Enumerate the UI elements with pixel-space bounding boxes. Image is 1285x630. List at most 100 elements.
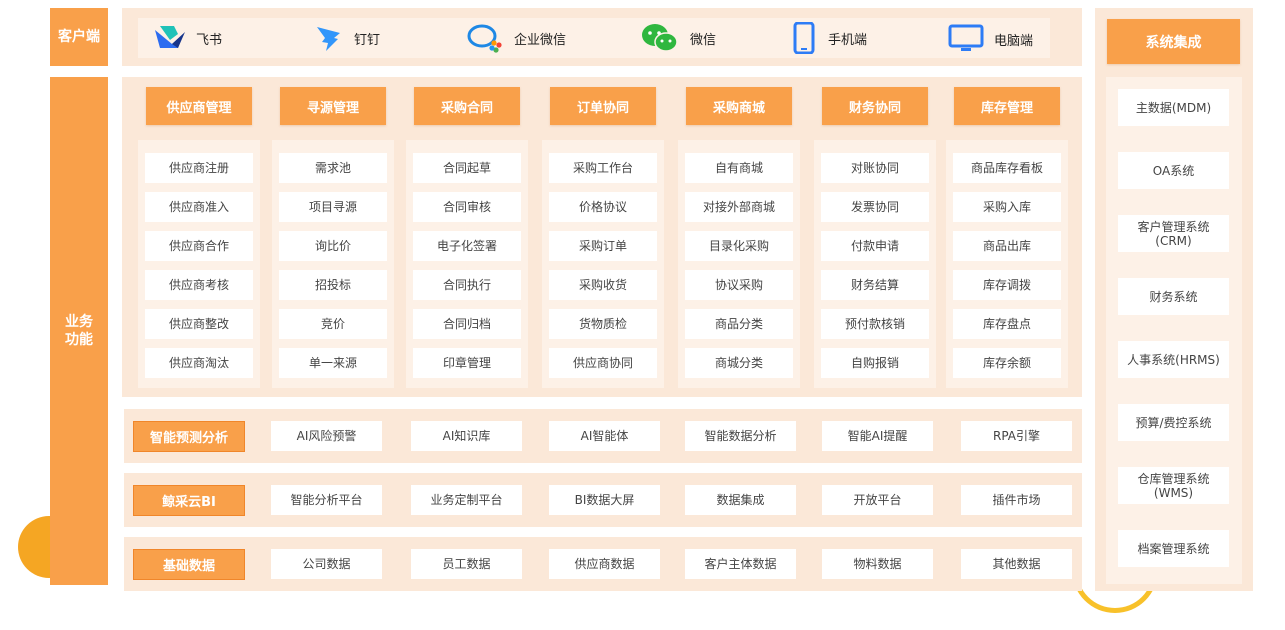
client-item-label: 企业微信	[514, 32, 567, 48]
module-item[interactable]: 项目寻源	[279, 192, 387, 222]
client-item-label: 电脑端	[994, 33, 1034, 49]
integration-item[interactable]: 人事系统(HRMS)	[1118, 341, 1229, 378]
row-item[interactable]: 智能AI提醒	[822, 421, 933, 451]
row-item[interactable]: 开放平台	[822, 485, 933, 515]
integration-item[interactable]: 预算/费控系统	[1118, 404, 1229, 441]
module-item[interactable]: 自有商城	[685, 153, 793, 183]
row-item[interactable]: AI风险预警	[271, 421, 382, 451]
row-item[interactable]: 物料数据	[822, 549, 933, 579]
row-item[interactable]: 客户主体数据	[685, 549, 796, 579]
row-item[interactable]: AI智能体	[549, 421, 660, 451]
row-item[interactable]: BI数据大屏	[549, 485, 660, 515]
client-item-label: 钉钉	[354, 32, 381, 48]
integration-item[interactable]: 档案管理系统	[1118, 530, 1229, 567]
module-item[interactable]: 库存调拨	[953, 270, 1061, 300]
module-item[interactable]: 合同审核	[413, 192, 521, 222]
row-header[interactable]: 智能预测分析	[133, 421, 245, 452]
row-item[interactable]: 插件市场	[961, 485, 1072, 515]
module-item[interactable]: 需求池	[279, 153, 387, 183]
module-item[interactable]: 采购订单	[549, 231, 657, 261]
client-item-feishu[interactable]: 飞书	[152, 24, 222, 52]
module-item[interactable]: 招投标	[279, 270, 387, 300]
module-item[interactable]: 询比价	[279, 231, 387, 261]
client-item-label: 手机端	[828, 32, 868, 48]
wechat-icon	[642, 24, 678, 52]
row-header[interactable]: 鲸采云BI	[133, 485, 245, 516]
feishu-icon	[155, 26, 185, 48]
module-header[interactable]: 采购商城	[686, 87, 792, 125]
row-item[interactable]: 业务定制平台	[411, 485, 522, 515]
module-item[interactable]: 发票协同	[821, 192, 929, 222]
row-item[interactable]: 数据集成	[685, 485, 796, 515]
row-item[interactable]: AI知识库	[411, 421, 522, 451]
module-item[interactable]: 货物质检	[549, 309, 657, 339]
module-item[interactable]: 商品出库	[953, 231, 1061, 261]
phone-icon	[793, 22, 815, 54]
module-item[interactable]: 供应商淘汰	[145, 348, 253, 378]
module-item[interactable]: 价格协议	[549, 192, 657, 222]
module-item[interactable]: 自购报销	[821, 348, 929, 378]
module-item[interactable]: 库存盘点	[953, 309, 1061, 339]
client-item-wecom[interactable]: 企业微信	[466, 23, 566, 53]
module-item[interactable]: 单一来源	[279, 348, 387, 378]
monitor-icon	[948, 24, 984, 51]
module-item[interactable]: 对账协同	[821, 153, 929, 183]
client-item-desktop[interactable]: 电脑端	[948, 24, 1033, 54]
row-header[interactable]: 基础数据	[133, 549, 245, 580]
module-item[interactable]: 合同起草	[413, 153, 521, 183]
client-item-dingtalk[interactable]: 钉钉	[314, 23, 380, 53]
module-item[interactable]: 财务结算	[821, 270, 929, 300]
module-item[interactable]: 商城分类	[685, 348, 793, 378]
integration-item[interactable]: 客户管理系统 (CRM)	[1118, 215, 1229, 252]
module-item[interactable]: 印章管理	[413, 348, 521, 378]
module-item[interactable]: 对接外部商城	[685, 192, 793, 222]
module-item[interactable]: 供应商准入	[145, 192, 253, 222]
row-item[interactable]: 供应商数据	[549, 549, 660, 579]
module-header[interactable]: 采购合同	[414, 87, 520, 125]
module-item[interactable]: 电子化签署	[413, 231, 521, 261]
client-item-label: 微信	[690, 32, 717, 48]
client-item-phone[interactable]: 手机端	[790, 22, 867, 54]
module-item[interactable]: 协议采购	[685, 270, 793, 300]
client-label: 客户端	[50, 8, 108, 66]
module-item[interactable]: 竞价	[279, 309, 387, 339]
integration-item[interactable]: 主数据(MDM)	[1118, 89, 1229, 126]
dingtalk-icon	[317, 27, 340, 51]
module-item[interactable]: 采购工作台	[549, 153, 657, 183]
row-item[interactable]: 智能分析平台	[271, 485, 382, 515]
business-label: 业务 功能	[50, 77, 108, 585]
row-item[interactable]: RPA引擎	[961, 421, 1072, 451]
module-item[interactable]: 目录化采购	[685, 231, 793, 261]
client-item-wechat[interactable]: 微信	[640, 22, 716, 54]
module-item[interactable]: 采购收货	[549, 270, 657, 300]
module-item[interactable]: 商品分类	[685, 309, 793, 339]
integration-item[interactable]: OA系统	[1118, 152, 1229, 189]
row-item[interactable]: 公司数据	[271, 549, 382, 579]
module-item[interactable]: 供应商协同	[549, 348, 657, 378]
module-item[interactable]: 供应商合作	[145, 231, 253, 261]
client-bar: 飞书 钉钉 企业微信 微信 手机端 电脑端	[138, 18, 1050, 58]
module-item[interactable]: 商品库存看板	[953, 153, 1061, 183]
integration-item[interactable]: 财务系统	[1118, 278, 1229, 315]
wecom-icon	[467, 24, 502, 53]
module-header[interactable]: 财务协同	[822, 87, 928, 125]
module-item[interactable]: 采购入库	[953, 192, 1061, 222]
module-item[interactable]: 供应商整改	[145, 309, 253, 339]
module-header[interactable]: 订单协同	[550, 87, 656, 125]
module-item[interactable]: 库存余额	[953, 348, 1061, 378]
row-item[interactable]: 员工数据	[411, 549, 522, 579]
module-item[interactable]: 付款申请	[821, 231, 929, 261]
module-item[interactable]: 合同归档	[413, 309, 521, 339]
module-header[interactable]: 寻源管理	[280, 87, 386, 125]
module-item[interactable]: 合同执行	[413, 270, 521, 300]
row-item[interactable]: 其他数据	[961, 549, 1072, 579]
module-header[interactable]: 供应商管理	[146, 87, 252, 125]
module-item[interactable]: 预付款核销	[821, 309, 929, 339]
module-header[interactable]: 库存管理	[954, 87, 1060, 125]
module-item[interactable]: 供应商考核	[145, 270, 253, 300]
module-item[interactable]: 供应商注册	[145, 153, 253, 183]
client-item-label: 飞书	[196, 32, 223, 48]
integration-item[interactable]: 仓库管理系统 (WMS)	[1118, 467, 1229, 504]
row-item[interactable]: 智能数据分析	[685, 421, 796, 451]
integration-title: 系统集成	[1107, 19, 1240, 64]
